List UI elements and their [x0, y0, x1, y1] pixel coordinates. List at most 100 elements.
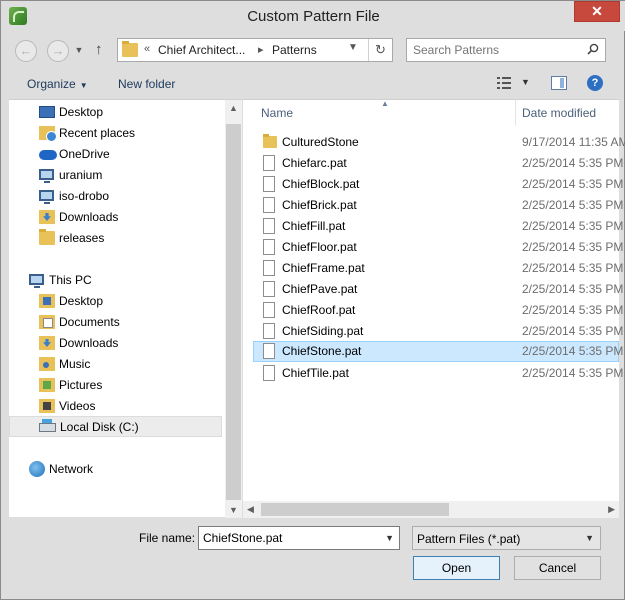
breadcrumb-patterns[interactable]: Patterns	[272, 43, 317, 57]
file-icon	[263, 197, 275, 213]
sidebar-item-label: releases	[59, 231, 105, 245]
this-pc-icon	[29, 274, 44, 288]
file-name-label: File name:	[139, 531, 196, 545]
sidebar-item-documents[interactable]: Documents	[9, 312, 222, 333]
help-icon[interactable]: ?	[587, 75, 603, 91]
sidebar-item-desktop[interactable]: Desktop	[9, 102, 222, 123]
sidebar-item-network[interactable]: Network	[9, 459, 222, 480]
file-name: ChiefFill.pat	[282, 219, 346, 233]
sidebar-item-local-disk[interactable]: Local Disk (C:)	[9, 416, 222, 437]
file-name-combobox[interactable]: ▼	[198, 526, 400, 550]
sidebar-item-releases[interactable]: releases	[9, 228, 222, 249]
search-input[interactable]	[413, 40, 583, 60]
address-bar[interactable]: « Chief Architect... ▸ Patterns ▼ ↻	[117, 38, 393, 62]
command-bar: Organize ▼ New folder ▼ ?	[9, 69, 619, 99]
column-divider[interactable]	[515, 100, 516, 126]
breadcrumb-chief-architect[interactable]: Chief Architect...	[158, 43, 245, 57]
file-icon	[263, 155, 275, 171]
file-row-chieffloor[interactable]: ChiefFloor.pat 2/25/2014 5:35 PM	[253, 237, 623, 258]
scroll-down-arrow-icon[interactable]: ▼	[229, 505, 238, 515]
close-button[interactable]: ✕	[574, 1, 620, 22]
cancel-button[interactable]: Cancel	[514, 556, 601, 580]
network-icon	[29, 461, 45, 477]
sidebar-item-pc-downloads[interactable]: Downloads	[9, 333, 222, 354]
sidebar-item-music[interactable]: Music	[9, 354, 222, 375]
forward-button[interactable]: →	[47, 40, 69, 62]
search-icon[interactable]	[587, 43, 599, 55]
videos-folder-icon	[39, 399, 55, 413]
sidebar-item-videos[interactable]: Videos	[9, 396, 222, 417]
view-options-dropdown-icon[interactable]: ▼	[521, 77, 530, 87]
overflow-chevron-icon[interactable]: «	[144, 43, 150, 55]
file-row-chiefsiding[interactable]: ChiefSiding.pat 2/25/2014 5:35 PM	[253, 321, 623, 342]
scrollbar-thumb[interactable]	[261, 503, 449, 516]
column-header-name[interactable]: Name	[261, 106, 293, 120]
navigation-pane-scrollbar[interactable]: ▲ ▼	[225, 100, 242, 518]
downloads-folder-icon	[39, 210, 55, 224]
file-row-chiefroof[interactable]: ChiefRoof.pat 2/25/2014 5:35 PM	[253, 300, 623, 321]
column-headers: ▲ Name Date modified	[243, 99, 619, 126]
search-box[interactable]	[406, 38, 606, 62]
sidebar-item-label: Network	[49, 462, 94, 476]
sidebar-item-label: iso-drobo	[59, 189, 110, 203]
organize-button[interactable]: Organize ▼	[27, 77, 88, 91]
sidebar-item-pc-desktop[interactable]: Desktop	[9, 291, 222, 312]
refresh-button[interactable]: ↻	[368, 39, 392, 61]
scroll-up-arrow-icon[interactable]: ▲	[229, 103, 238, 113]
file-list-horizontal-scrollbar[interactable]: ◀ ▶	[243, 501, 619, 518]
breadcrumb-separator-icon[interactable]: ▸	[258, 43, 264, 56]
file-row-chiefblock[interactable]: ChiefBlock.pat 2/25/2014 5:35 PM	[253, 174, 623, 195]
computer-icon	[39, 190, 54, 204]
up-button[interactable]: ↑	[95, 41, 103, 58]
change-view-icon[interactable]	[497, 77, 511, 89]
chevron-down-icon[interactable]: ▼	[385, 533, 394, 543]
sidebar-item-iso-drobo[interactable]: iso-drobo	[9, 186, 222, 207]
sidebar-item-onedrive[interactable]: OneDrive	[9, 144, 222, 165]
sidebar-item-recent-places[interactable]: Recent places	[9, 123, 222, 144]
sidebar-item-uranium[interactable]: uranium	[9, 165, 222, 186]
file-date: 2/25/2014 5:35 PM	[522, 240, 624, 254]
refresh-icon: ↻	[375, 42, 386, 57]
file-row-chieffill[interactable]: ChiefFill.pat 2/25/2014 5:35 PM	[253, 216, 623, 237]
sidebar-item-label: This PC	[49, 273, 92, 287]
sidebar-item-downloads[interactable]: Downloads	[9, 207, 222, 228]
sidebar-item-pictures[interactable]: Pictures	[9, 375, 222, 396]
scroll-right-arrow-icon[interactable]: ▶	[608, 504, 615, 515]
chevron-down-icon: ▼	[585, 533, 594, 543]
file-date: 2/25/2014 5:35 PM	[522, 261, 624, 275]
address-dropdown-icon[interactable]: ▼	[348, 42, 358, 53]
file-list-pane: ▲ Name Date modified CulturedStone 9/17/…	[243, 99, 625, 518]
file-row-chiefpave[interactable]: ChiefPave.pat 2/25/2014 5:35 PM	[253, 279, 623, 300]
file-date: 9/17/2014 11:35 AM	[522, 135, 625, 149]
scrollbar-thumb[interactable]	[226, 124, 241, 500]
file-row-chiefbrick[interactable]: ChiefBrick.pat 2/25/2014 5:35 PM	[253, 195, 623, 216]
navigation-pane: Desktop Recent places OneDrive uranium i…	[9, 99, 242, 518]
sidebar-item-label: Pictures	[59, 378, 103, 392]
window-title: Custom Pattern File	[247, 8, 380, 25]
file-type-select[interactable]: Pattern Files (*.pat) ▼	[412, 526, 601, 550]
music-folder-icon	[39, 357, 55, 371]
desktop-icon	[39, 106, 55, 118]
organize-label: Organize	[27, 77, 76, 91]
open-button[interactable]: Open	[413, 556, 500, 580]
file-type-value: Pattern Files (*.pat)	[417, 532, 521, 546]
file-row-chieftile[interactable]: ChiefTile.pat 2/25/2014 5:35 PM	[253, 363, 623, 384]
file-row-culturedstone[interactable]: CulturedStone 9/17/2014 11:35 AM	[253, 132, 625, 153]
new-folder-button[interactable]: New folder	[118, 77, 175, 91]
scroll-left-arrow-icon[interactable]: ◀	[247, 504, 254, 515]
sidebar-item-this-pc[interactable]: This PC	[9, 270, 222, 291]
folder-icon	[39, 229, 55, 245]
file-icon	[263, 365, 275, 381]
sidebar-item-label: Music	[59, 357, 91, 371]
column-header-date-modified[interactable]: Date modified	[522, 106, 596, 120]
recent-locations-button[interactable]: ▼	[72, 40, 86, 62]
back-button[interactable]: ←	[15, 40, 37, 62]
sidebar-item-label: Recent places	[59, 126, 136, 140]
file-name: ChiefStone.pat	[282, 344, 362, 358]
file-name-input[interactable]	[203, 528, 373, 548]
file-row-chiefstone[interactable]: ChiefStone.pat 2/25/2014 5:35 PM	[253, 341, 623, 362]
file-row-chiefframe[interactable]: ChiefFrame.pat 2/25/2014 5:35 PM	[253, 258, 623, 279]
preview-pane-icon[interactable]	[551, 76, 567, 90]
sidebar-item-label: Downloads	[59, 210, 119, 224]
file-row-chiefarc[interactable]: Chiefarc.pat 2/25/2014 5:35 PM	[253, 153, 623, 174]
